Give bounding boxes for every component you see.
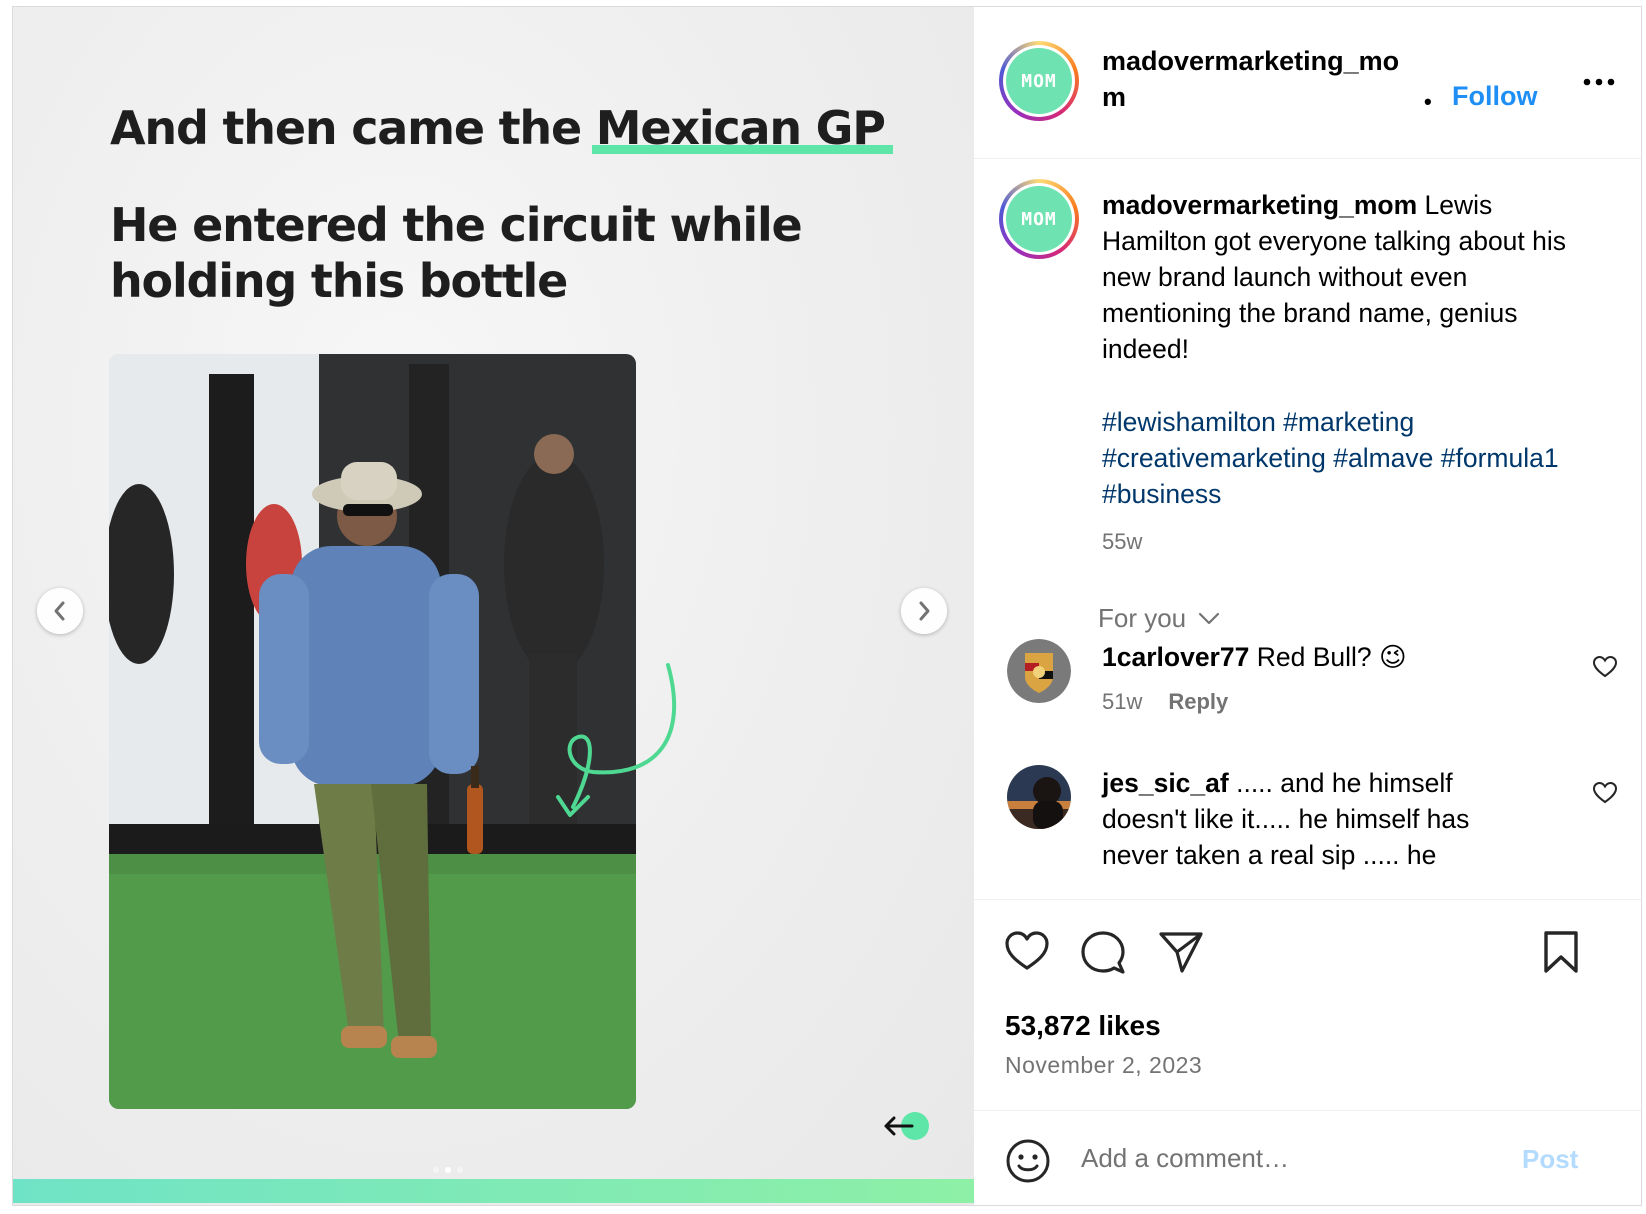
- post-comment-button[interactable]: Post: [1522, 1144, 1578, 1175]
- reply-button[interactable]: Reply: [1168, 689, 1228, 715]
- author-username[interactable]: madovermarketing_mom: [1102, 43, 1402, 115]
- comment-like-heart-icon[interactable]: [1592, 781, 1618, 805]
- comment-sort-dropdown[interactable]: For you: [1098, 603, 1220, 634]
- post-caption: madovermarketing_mom Lewis Hamilton got …: [1102, 187, 1582, 367]
- more-options-icon[interactable]: [1582, 75, 1616, 89]
- comment-sort-label: For you: [1098, 603, 1187, 633]
- slide-dot: [457, 1167, 463, 1173]
- post-window: And then came the Mexican GP He entered …: [12, 6, 1642, 1206]
- comment-username[interactable]: 1carlover77: [1102, 642, 1249, 672]
- caption-author-avatar[interactable]: MOM: [999, 179, 1079, 259]
- comment-username[interactable]: jes_sic_af: [1102, 768, 1229, 798]
- slide-subtitle: He entered the circuit while holding thi…: [110, 198, 803, 308]
- caption-hashtags[interactable]: #lewishamilton #marketing #creativemarke…: [1102, 404, 1582, 512]
- comment-bubble-icon[interactable]: [1080, 930, 1126, 976]
- comment-meta: 51w Reply: [1102, 689, 1228, 715]
- add-comment-bar: Post: [974, 1110, 1641, 1205]
- follow-button[interactable]: Follow: [1452, 81, 1537, 112]
- chevron-left-icon: [54, 601, 65, 621]
- swipe-back-arrow-icon: [884, 1112, 929, 1140]
- chevron-right-icon: [919, 601, 930, 621]
- caption-username[interactable]: madovermarketing_mom: [1102, 190, 1417, 220]
- author-avatar-border: MOM: [1003, 45, 1075, 117]
- porsche-crest-avatar: [1007, 639, 1071, 703]
- comment-text-block: 1carlover77 Red Bull? 😉: [1102, 639, 1522, 675]
- comment-input[interactable]: [1079, 1134, 1503, 1182]
- slide-title-lead: And then came the: [110, 101, 596, 155]
- commenter-avatar[interactable]: [1007, 765, 1071, 829]
- hand-drawn-arrow-icon: [556, 663, 677, 817]
- likes-count[interactable]: 53,872 likes: [1005, 1010, 1161, 1042]
- post-header: MOM madovermarketing_mom • Follow: [974, 7, 1641, 159]
- slide-dot-active: [445, 1167, 451, 1173]
- author-avatar[interactable]: MOM: [999, 41, 1079, 121]
- share-paper-plane-icon[interactable]: [1158, 930, 1204, 974]
- caption-avatar-border: MOM: [1003, 183, 1075, 255]
- commenter-avatar[interactable]: [1007, 639, 1071, 703]
- emoji-smiley-icon[interactable]: [1005, 1138, 1051, 1184]
- comment-like-heart-icon[interactable]: [1592, 655, 1618, 679]
- save-bookmark-icon[interactable]: [1542, 930, 1580, 974]
- post-actions: 53,872 likes November 2, 2023: [974, 899, 1641, 1111]
- next-slide-button[interactable]: [901, 588, 947, 634]
- comment-text-block: jes_sic_af ..... and he himself doesn't …: [1102, 765, 1522, 873]
- header-separator: •: [1424, 89, 1432, 114]
- slide-title: And then came the Mexican GP: [110, 101, 886, 155]
- post-age: 55w: [1102, 529, 1143, 554]
- comment-age: 51w: [1102, 689, 1143, 714]
- post-media[interactable]: And then came the Mexican GP He entered …: [13, 7, 974, 1205]
- caption-avatar-logo: MOM: [1006, 186, 1072, 252]
- comments-scroll-area[interactable]: MOM madovermarketing_mom Lewis Hamilton …: [974, 159, 1641, 899]
- post-sidebar: MOM madovermarketing_mom • Follow MOM ma…: [974, 7, 1641, 1205]
- previous-slide-button[interactable]: [37, 588, 83, 634]
- slide-indicator: [433, 1167, 463, 1173]
- like-heart-icon[interactable]: [1004, 930, 1050, 972]
- comment-text: Red Bull? 😉: [1256, 642, 1407, 672]
- slide-dot: [433, 1167, 439, 1173]
- sunset-portrait-avatar: [1007, 765, 1071, 829]
- author-avatar-logo: MOM: [1006, 48, 1072, 114]
- post-date: November 2, 2023: [1005, 1052, 1203, 1078]
- slide-footer-bar: [13, 1179, 974, 1203]
- slide-title-highlight: Mexican GP: [595, 101, 886, 155]
- chevron-down-icon: [1199, 612, 1220, 624]
